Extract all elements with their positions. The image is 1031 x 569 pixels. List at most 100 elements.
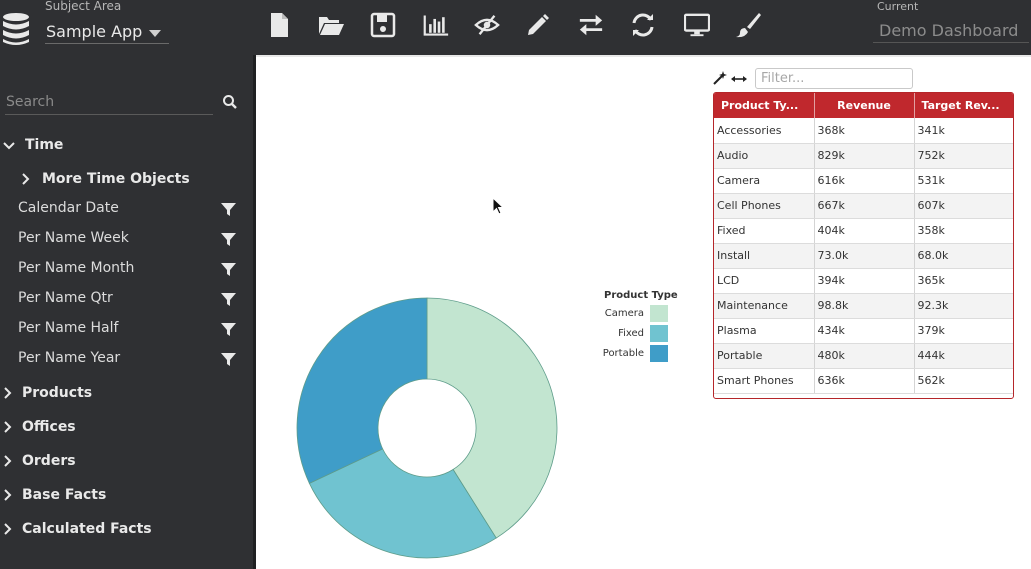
table-cell: Fixed [714,218,815,244]
column-header-target-revenue[interactable]: Target Rev... [914,93,1013,118]
donut-chart [296,297,558,559]
filter-icon[interactable] [221,263,236,277]
sidebar-group-products[interactable]: Products [0,384,240,404]
magic-wand-icon[interactable] [713,71,727,85]
table-row: Accessories 368k 341k [714,118,1013,144]
table-row: Cell Phones 667k 607k [714,193,1013,219]
table-header-row: Product Ty... Revenue Target Rev... [714,93,1013,118]
table-row: Portable 480k 444k [714,343,1013,369]
table-cell: 562k [914,368,1013,394]
table-cell: 73.0k [814,243,915,269]
table-cell: Plasma [714,318,815,344]
table-row: Camera 616k 531k [714,168,1013,194]
filter-icon[interactable] [221,203,236,217]
column-header-revenue[interactable]: Revenue [814,93,915,118]
subject-area-select[interactable]: Sample App [45,20,169,44]
table-row: LCD 394k 365k [714,268,1013,294]
column-header-product-type[interactable]: Product Ty... [714,93,815,118]
sidebar-group-label: Offices [22,419,76,435]
filter-icon[interactable] [221,353,236,367]
sidebar-group-label: Products [22,385,93,401]
open-folder-icon[interactable] [316,10,346,40]
sidebar-field[interactable]: Per Name Month [18,260,134,276]
sidebar-group-more-time[interactable]: More Time Objects [18,170,238,190]
legend-label: Fixed [618,328,644,339]
legend-item[interactable]: Fixed [600,325,668,342]
search-icon[interactable] [222,94,238,110]
table-cell: 368k [814,118,915,144]
save-icon[interactable] [368,10,398,40]
chevron-right-icon [22,173,30,185]
chevron-right-icon [4,387,12,399]
sidebar-field[interactable]: Per Name Year [18,350,120,366]
sidebar-group-orders[interactable]: Orders [0,452,240,472]
table-cell: Camera [714,168,815,194]
legend-item[interactable]: Portable [600,345,668,362]
search-input[interactable]: Search [5,90,213,115]
sidebar: Search Time More Time Objects Calendar D… [0,55,253,569]
table-cell: 341k [914,118,1013,144]
chevron-right-icon [4,489,12,501]
resize-columns-icon[interactable] [731,76,747,82]
table-row: Audio 829k 752k [714,143,1013,169]
chevron-right-icon [4,421,12,433]
current-dashboard-select[interactable]: Demo Dashboard [873,17,1029,43]
edit-pencil-icon[interactable] [523,10,553,40]
table-filter-input[interactable]: Filter... [755,68,913,89]
sidebar-group-label: More Time Objects [42,171,190,187]
swap-arrows-icon[interactable] [576,10,606,40]
monitor-icon[interactable] [682,10,712,40]
table-cell: Maintenance [714,293,815,319]
sidebar-field[interactable]: Per Name Qtr [18,290,113,306]
legend-swatch [650,305,668,322]
sidebar-group-base-facts[interactable]: Base Facts [0,486,240,506]
table-cell: 444k [914,343,1013,369]
sidebar-group-label: Time [25,137,64,153]
filter-icon[interactable] [221,233,236,247]
sidebar-group-calculated-facts[interactable]: Calculated Facts [0,520,240,540]
filter-icon[interactable] [221,293,236,307]
legend-label: Portable [602,348,644,359]
new-file-icon[interactable] [264,10,294,40]
table-cell: Smart Phones [714,368,815,394]
search-placeholder: Search [6,94,55,110]
sidebar-group-label: Orders [22,453,76,469]
sidebar-field[interactable]: Calendar Date [18,200,119,216]
subject-area-value: Sample App [46,22,143,41]
table-row: Install 73.0k 68.0k [714,243,1013,269]
donut-slice-portable[interactable] [296,297,428,484]
sidebar-group-offices[interactable]: Offices [0,418,240,438]
filter-icon[interactable] [221,323,236,337]
table-cell: 92.3k [914,293,1013,319]
legend-swatch [650,345,668,362]
sidebar-group-time[interactable]: Time [0,136,240,156]
filter-placeholder: Filter... [761,71,805,86]
table-cell: 394k [814,268,915,294]
table-cell: Install [714,243,815,269]
table-cell: 68.0k [914,243,1013,269]
chevron-right-icon [4,523,12,535]
legend-title: Product Type [604,290,678,301]
top-bar: Subject Area Sample App Current Demo Das… [0,0,1031,55]
table-cell: 98.8k [814,293,915,319]
legend-item[interactable]: Camera [600,305,668,322]
sidebar-group-label: Calculated Facts [22,521,152,537]
table-row: Plasma 434k 379k [714,318,1013,344]
table-cell: 379k [914,318,1013,344]
table-row: Maintenance 98.8k 92.3k [714,293,1013,319]
table-row: Smart Phones 636k 562k [714,368,1013,394]
caret-down-icon [149,30,161,37]
sidebar-field[interactable]: Per Name Week [18,230,129,246]
bar-chart-icon[interactable] [421,10,451,40]
legend-label: Camera [604,308,644,319]
paintbrush-icon[interactable] [733,10,763,40]
table-cell: 358k [914,218,1013,244]
table-cell: 616k [814,168,915,194]
current-caption: Current [877,0,919,13]
sidebar-group-label: Base Facts [22,487,107,503]
hide-icon[interactable] [472,10,502,40]
table-cell: 752k [914,143,1013,169]
table-cell: 434k [814,318,915,344]
refresh-icon[interactable] [628,10,658,40]
sidebar-field[interactable]: Per Name Half [18,320,118,336]
